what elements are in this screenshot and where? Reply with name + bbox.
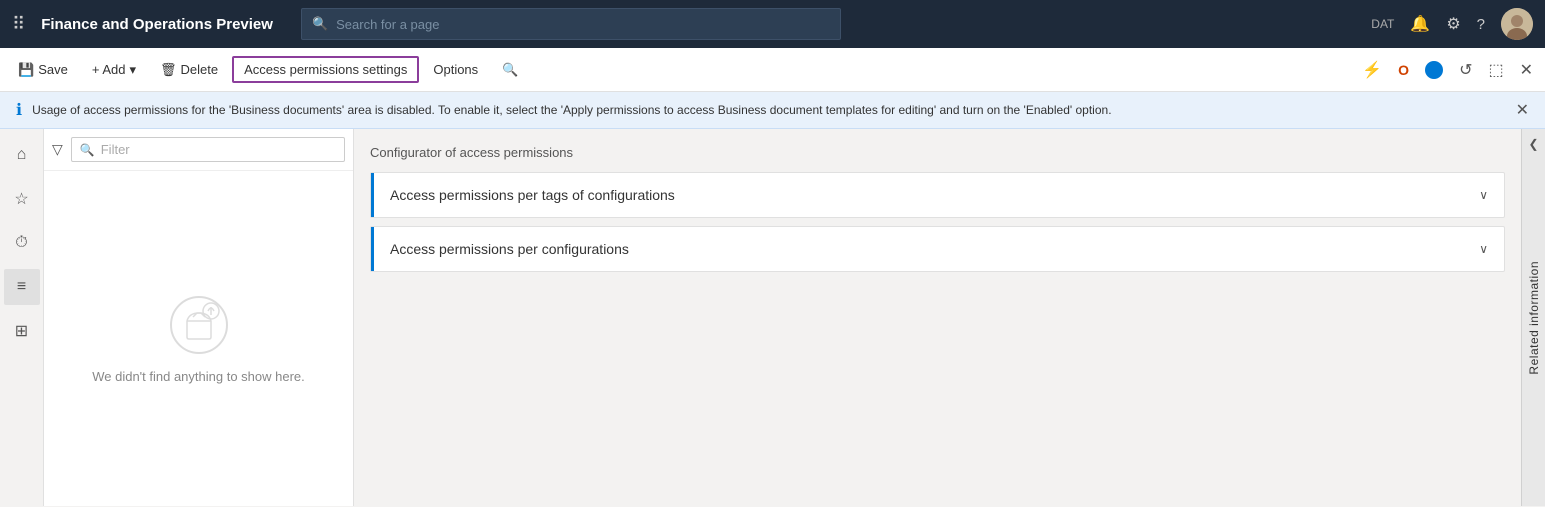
filter-input-wrap[interactable]: 🔍 — [71, 137, 345, 162]
global-search[interactable]: 🔍 — [301, 8, 841, 40]
top-nav-right: DAT 🔔 ⚙ ? — [1371, 8, 1533, 40]
add-button[interactable]: + Add ▾ — [82, 56, 146, 84]
badge-count — [1425, 61, 1443, 79]
main-content: Configurator of access permissions Acces… — [354, 129, 1521, 506]
filter-input[interactable] — [101, 142, 336, 157]
left-panel: ▽ 🔍 We didn't find anything to show here… — [44, 129, 354, 506]
left-panel-toolbar: ▽ 🔍 — [44, 129, 353, 171]
search-input[interactable] — [336, 17, 830, 32]
app-title: Finance and Operations Preview — [41, 16, 273, 33]
accordion-header-configs[interactable]: Access permissions per configurations ∨ — [371, 227, 1504, 271]
delete-button[interactable]: 🗑 Delete — [150, 56, 228, 84]
toolbar: 💾 Save + Add ▾ 🗑 Delete Access permissio… — [0, 48, 1545, 92]
save-button[interactable]: 💾 Save — [8, 56, 78, 84]
accordion-chevron-tags: ∨ — [1479, 188, 1488, 202]
accordion-item-configs: Access permissions per configurations ∨ — [370, 226, 1505, 272]
filter-icon[interactable]: ▽ — [52, 141, 63, 158]
configurator-title: Configurator of access permissions — [370, 145, 1505, 160]
save-icon: 💾 — [18, 62, 34, 78]
left-sidebar: ⌂ ☆ ⏱ ≡ ⊞ — [0, 129, 44, 506]
right-sidebar-collapse-icon: ❮ — [1528, 137, 1538, 151]
accordion-label-tags: Access permissions per tags of configura… — [390, 187, 675, 203]
info-circle-icon: ℹ — [16, 100, 22, 120]
notification-badge-icon[interactable] — [1421, 57, 1447, 83]
accordion-chevron-configs: ∨ — [1479, 242, 1488, 256]
notification-bell-icon[interactable]: 🔔 — [1410, 14, 1430, 34]
power-apps-icon[interactable]: ⚡ — [1358, 56, 1386, 84]
delete-icon: 🗑 — [160, 62, 177, 78]
grid-dots-icon[interactable]: ⠿ — [12, 14, 25, 35]
right-sidebar-label: Related information — [1527, 261, 1541, 375]
office-icon[interactable]: O — [1394, 58, 1413, 82]
search-icon: 🔍 — [312, 16, 328, 32]
accordion-item-tags: Access permissions per tags of configura… — [370, 172, 1505, 218]
top-nav: ⠿ Finance and Operations Preview 🔍 DAT 🔔… — [0, 0, 1545, 48]
toolbar-search-button[interactable]: 🔍 — [492, 56, 528, 84]
sidebar-item-home[interactable]: ⌂ — [4, 137, 40, 173]
accordion-header-tags[interactable]: Access permissions per tags of configura… — [371, 173, 1504, 217]
sidebar-item-recent[interactable]: ⏱ — [4, 225, 40, 261]
main-layout: ⌂ ☆ ⏱ ≡ ⊞ ▽ 🔍 We didn't find anything — [0, 129, 1545, 506]
options-button[interactable]: Options — [423, 56, 488, 83]
popout-icon[interactable]: ⬚ — [1484, 56, 1507, 84]
chevron-down-icon: ▾ — [129, 62, 136, 78]
filter-search-icon: 🔍 — [80, 143, 95, 157]
user-avatar[interactable] — [1501, 8, 1533, 40]
refresh-icon[interactable]: ↺ — [1455, 56, 1476, 84]
help-icon[interactable]: ? — [1477, 16, 1485, 33]
toolbar-search-icon: 🔍 — [502, 62, 518, 78]
left-panel-empty-state: We didn't find anything to show here. — [44, 171, 353, 506]
empty-state-text: We didn't find anything to show here. — [92, 369, 305, 384]
info-banner-close-button[interactable]: ✕ — [1516, 100, 1529, 120]
info-banner: ℹ Usage of access permissions for the 'B… — [0, 92, 1545, 129]
toolbar-right-actions: ⚡ O ↺ ⬚ ✕ — [1358, 56, 1537, 84]
settings-gear-icon[interactable]: ⚙ — [1446, 14, 1460, 34]
sidebar-item-favorites[interactable]: ☆ — [4, 181, 40, 217]
env-label: DAT — [1371, 17, 1394, 31]
accordion-label-configs: Access permissions per configurations — [390, 241, 629, 257]
sidebar-item-modules[interactable]: ⊞ — [4, 313, 40, 349]
empty-folder-icon — [167, 293, 231, 357]
info-banner-text: Usage of access permissions for the 'Bus… — [32, 103, 1111, 117]
sidebar-item-list[interactable]: ≡ — [4, 269, 40, 305]
right-sidebar[interactable]: ❮ Related information — [1521, 129, 1545, 506]
access-permissions-settings-tab[interactable]: Access permissions settings — [232, 56, 419, 83]
close-icon[interactable]: ✕ — [1516, 56, 1537, 84]
